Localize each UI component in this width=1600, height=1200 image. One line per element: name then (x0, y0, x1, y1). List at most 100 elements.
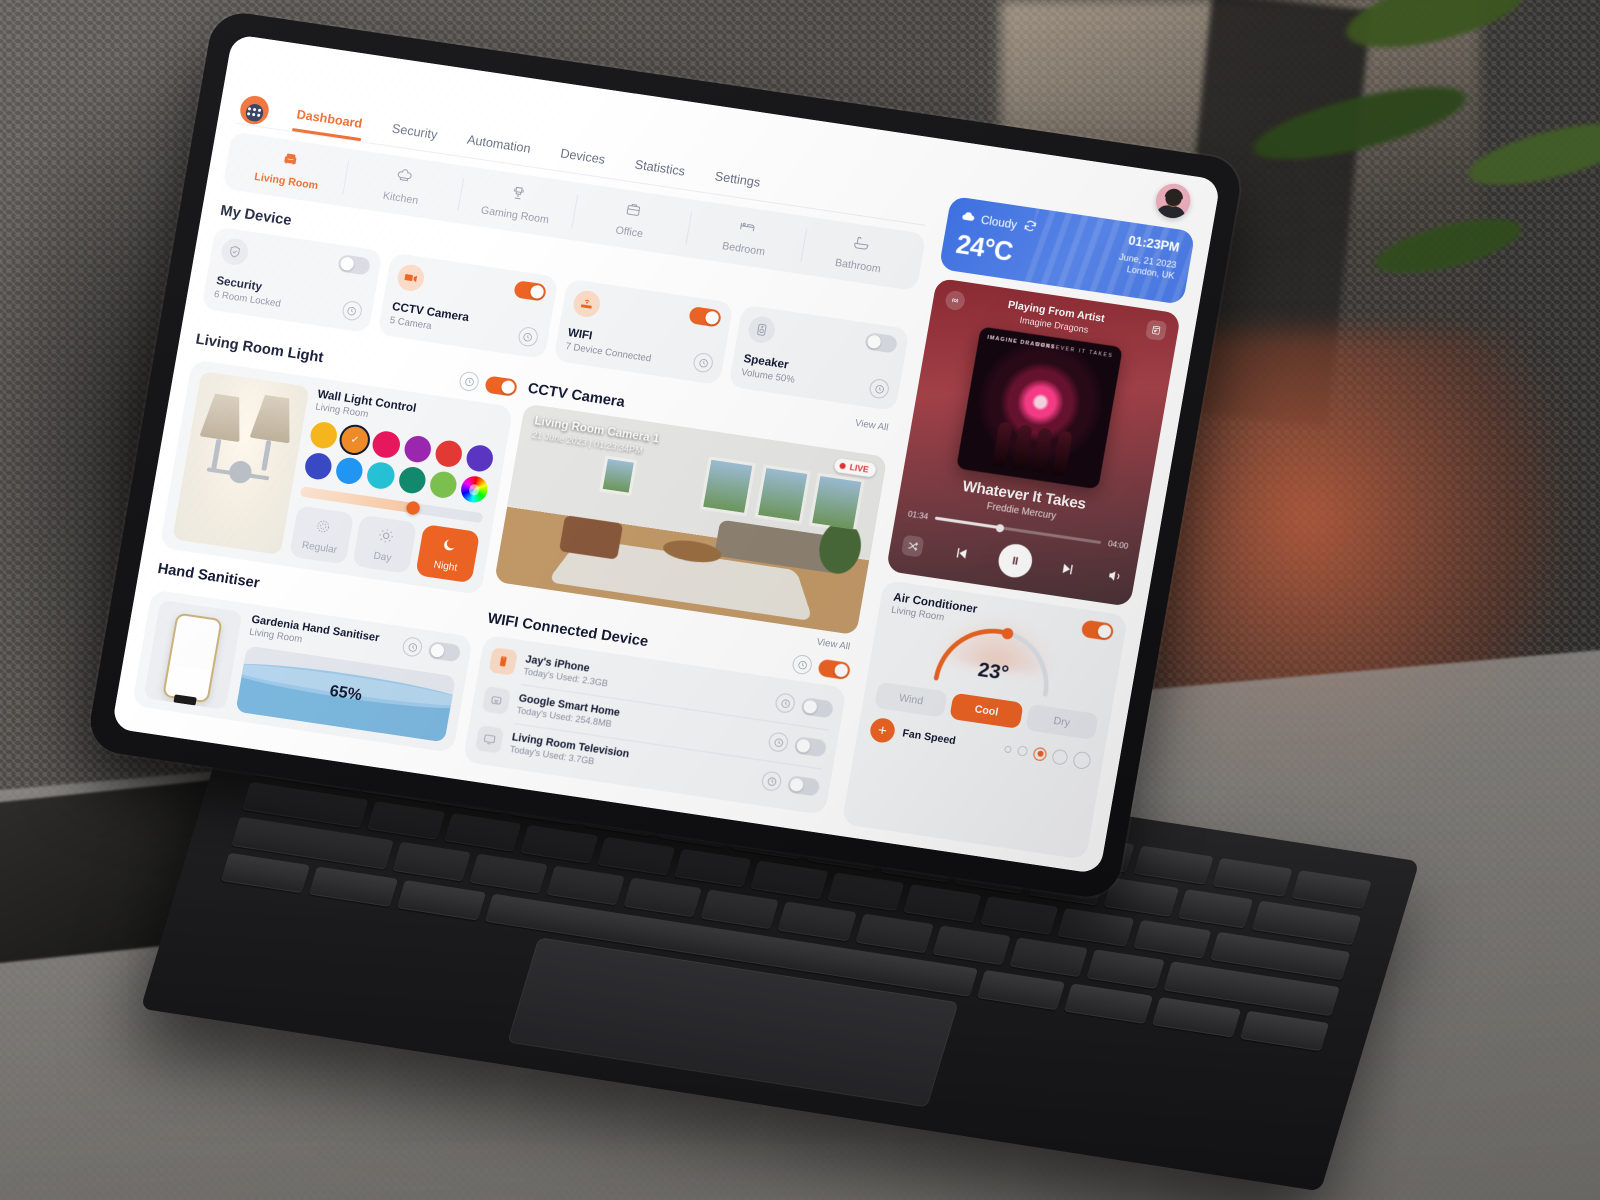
device-tile-wifi[interactable]: WIFI 7 Device Connected (552, 278, 734, 386)
room-tab-bedroom[interactable]: Bedroom (685, 208, 807, 266)
color-swatch[interactable] (401, 434, 433, 465)
album-artwork: IMAGINE DRAGONS WHATEVER IT TAKES (956, 326, 1123, 490)
schedule-icon[interactable] (774, 692, 797, 715)
room-tab-gaming-room[interactable]: Gaming Room (456, 174, 578, 232)
home-logo-icon (238, 93, 271, 127)
video-camera-icon (395, 262, 426, 293)
speaker-icon (746, 314, 778, 345)
schedule-icon[interactable] (791, 653, 814, 676)
schedule-icon[interactable] (457, 370, 481, 393)
light-mode-label: Day (372, 550, 393, 565)
light-mode-label: Night (432, 559, 458, 575)
pause-icon[interactable] (995, 541, 1035, 580)
nav-label: Security (390, 121, 439, 143)
router-icon (571, 288, 602, 319)
device-tile-cctv-camera[interactable]: CCTV Camera 5 Camera (377, 252, 559, 360)
fan-speed-step[interactable] (1016, 745, 1029, 757)
color-swatch[interactable] (427, 469, 459, 501)
live-label: LIVE (848, 461, 870, 475)
wifi-device-toggle[interactable] (793, 736, 828, 758)
color-swatch[interactable] (433, 438, 464, 469)
refresh-icon[interactable] (1021, 218, 1038, 237)
tv-icon (474, 725, 505, 754)
color-swatch[interactable] (464, 443, 496, 474)
color-swatch[interactable] (308, 420, 340, 451)
ac-mode-dry[interactable]: Dry (1024, 703, 1099, 741)
avatar[interactable] (1153, 181, 1194, 221)
room-tab-kitchen[interactable]: Kitchen (342, 157, 464, 215)
fan-speed-step[interactable] (1003, 744, 1013, 753)
schedule-icon[interactable] (401, 636, 424, 659)
music-player-card: Playing From Artist Imagine Dragons IMAG… (885, 277, 1182, 607)
moon-icon (439, 536, 458, 557)
color-swatch[interactable] (396, 465, 428, 496)
nav-item-automation[interactable]: Automation (462, 126, 534, 166)
album-track-text: WHATEVER IT TAKES (1034, 341, 1114, 360)
fan-speed-step-selected[interactable] (1032, 746, 1048, 762)
room-tab-living-room[interactable]: Living Room (228, 140, 350, 198)
fan-speed-label: Fan Speed (901, 727, 957, 748)
light-mode-regular[interactable]: Regular (289, 505, 355, 565)
light-mode-day[interactable]: Day (352, 515, 418, 575)
volume-icon[interactable] (1105, 566, 1124, 584)
cctv-toggle[interactable] (512, 280, 547, 302)
phone-icon (488, 647, 518, 676)
shuffle-icon[interactable] (901, 534, 925, 558)
room-label: Bathroom (834, 256, 882, 276)
tablet-screen: Dashboard Security Automation Devices St… (111, 34, 1221, 875)
light-mode-label: Regular (300, 540, 338, 557)
sofa-icon (280, 149, 301, 172)
color-wheel-icon[interactable] (458, 474, 490, 505)
color-swatch[interactable] (370, 429, 402, 460)
brightness-slider-knob[interactable] (404, 500, 421, 516)
color-swatch[interactable] (334, 456, 365, 487)
nav-label: Devices (559, 146, 607, 167)
sanitiser-toggle[interactable] (427, 641, 462, 663)
add-icon[interactable]: + (868, 716, 897, 745)
room-label: Office (614, 224, 644, 241)
next-icon[interactable] (1060, 559, 1079, 577)
device-tile-speaker[interactable]: Speaker Volume 50% (728, 304, 910, 412)
weather-condition: Cloudy (979, 214, 1018, 232)
wifi-master-toggle[interactable] (817, 658, 852, 681)
schedule-icon[interactable] (760, 770, 783, 793)
playlist-icon[interactable] (1145, 319, 1168, 342)
duration-time: 04:00 (1107, 539, 1129, 552)
bed-icon (737, 217, 758, 240)
light-mode-night[interactable]: Night (415, 524, 481, 584)
cloud-icon (960, 209, 977, 228)
fan-speed-steps[interactable] (1003, 740, 1093, 770)
security-toggle[interactable] (336, 254, 371, 276)
schedule-icon[interactable] (767, 731, 790, 754)
room-tab-office[interactable]: Office (571, 191, 693, 249)
ac-mode-cool[interactable]: Cool (949, 692, 1024, 729)
color-swatch[interactable] (302, 451, 334, 482)
room-label: Living Room (253, 170, 320, 193)
ac-mode-wind[interactable]: Wind (874, 681, 949, 718)
air-conditioner-card: Air Conditioner Living Room 23° Wind Coo… (841, 579, 1129, 860)
living-room-light-toggle[interactable] (484, 375, 519, 397)
nav-label: Automation (466, 132, 532, 156)
fan-speed-step[interactable] (1072, 750, 1093, 770)
dim-sun-icon (313, 518, 332, 539)
chef-hat-icon (394, 166, 415, 189)
smart-speaker-icon (481, 686, 512, 715)
color-swatch-selected[interactable]: ✓ (339, 424, 371, 456)
room-label: Bedroom (721, 239, 766, 259)
wifi-device-toggle[interactable] (800, 697, 835, 719)
wifi-device-toggle[interactable] (786, 775, 821, 797)
elapsed-time: 01:34 (907, 509, 929, 522)
nav-label: Settings (713, 169, 762, 190)
color-swatch[interactable] (365, 460, 397, 491)
live-dot-icon (839, 462, 847, 470)
previous-icon[interactable] (951, 543, 970, 561)
speaker-toggle[interactable] (864, 332, 899, 354)
room-tab-bathroom[interactable]: Bathroom (799, 225, 921, 283)
device-tile-security[interactable]: Security 6 Room Locked (201, 226, 383, 334)
room-label: Kitchen (382, 189, 420, 207)
nav-label: Statistics (633, 157, 687, 179)
nav-item-dashboard[interactable]: Dashboard (292, 101, 367, 141)
fan-speed-step[interactable] (1051, 747, 1069, 766)
nav-label: Dashboard (295, 107, 364, 131)
wifi-toggle[interactable] (688, 306, 723, 328)
